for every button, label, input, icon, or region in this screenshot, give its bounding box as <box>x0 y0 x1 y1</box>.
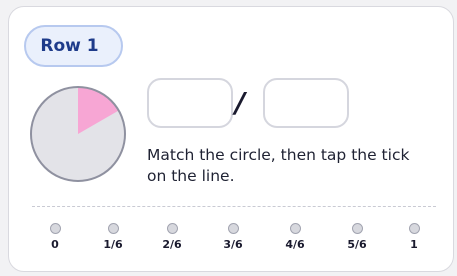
tick-dot <box>107 223 119 234</box>
tick-3-6[interactable]: 3/6 <box>211 223 255 251</box>
number-line-divider <box>32 206 436 207</box>
tick-dot <box>49 223 61 234</box>
fraction-circle <box>30 86 126 182</box>
tick-label: 5/6 <box>347 238 367 251</box>
numerator-input[interactable] <box>147 78 233 128</box>
tick-label: 4/6 <box>285 238 305 251</box>
row-badge: Row 1 <box>24 25 123 67</box>
tick-label: 1/6 <box>103 238 123 251</box>
tick-label: 3/6 <box>223 238 243 251</box>
tick-2-6[interactable]: 2/6 <box>150 223 194 251</box>
tick-0[interactable]: 0 <box>33 223 77 251</box>
tick-dot <box>166 223 178 234</box>
fraction-slash: / <box>235 86 246 119</box>
tick-dot <box>408 223 420 234</box>
tick-dot <box>289 223 301 234</box>
denominator-input[interactable] <box>263 78 349 128</box>
tick-4-6[interactable]: 4/6 <box>273 223 317 251</box>
tick-label: 0 <box>51 238 59 251</box>
tick-5-6[interactable]: 5/6 <box>335 223 379 251</box>
tick-label: 2/6 <box>162 238 182 251</box>
tick-1-6[interactable]: 1/6 <box>91 223 135 251</box>
tick-dot <box>227 223 239 234</box>
instruction-text: Match the circle, then tap the tick on t… <box>147 146 410 185</box>
tick-label: 1 <box>410 238 418 251</box>
tick-1[interactable]: 1 <box>392 223 436 251</box>
tick-dot <box>351 223 363 234</box>
